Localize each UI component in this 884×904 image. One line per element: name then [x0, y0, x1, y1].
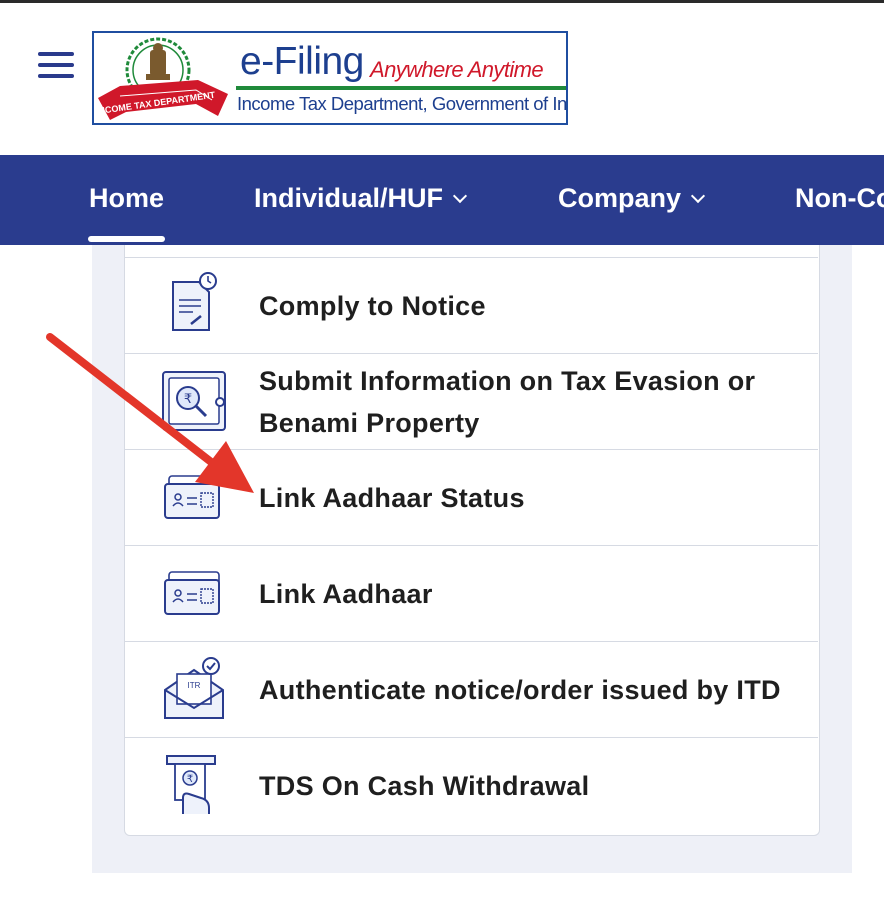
list-item-label: Link Aadhaar	[259, 578, 433, 609]
brand-name: e-Filing	[240, 40, 364, 83]
itr-envelope-check-icon: ITR	[164, 657, 224, 719]
atm-cash-icon: ₹	[166, 755, 216, 814]
svg-text:ITR: ITR	[188, 681, 201, 690]
svg-text:₹: ₹	[187, 774, 193, 785]
nav-company-label: Company	[558, 183, 682, 213]
list-item-label: TDS On Cash Withdrawal	[259, 770, 590, 801]
safe-magnifier-icon: ₹	[162, 371, 226, 431]
list-item-comply-to-notice[interactable]: Comply to Notice	[125, 257, 818, 353]
document-clock-icon	[172, 272, 217, 331]
list-item-tax-evasion[interactable]: ₹ Submit Information on Tax Evasion or B…	[125, 353, 818, 449]
nav-non-company-label: Non-Co	[795, 183, 884, 213]
services-list: Comply to Notice ₹ Submit Information on…	[124, 245, 820, 836]
hamburger-menu-icon[interactable]	[38, 52, 74, 80]
nav-home-label: Home	[89, 183, 165, 213]
list-item-link-aadhaar-status[interactable]: Link Aadhaar Status	[125, 449, 818, 545]
nav-home[interactable]: Home	[89, 183, 164, 214]
chevron-down-icon	[690, 188, 706, 203]
list-item-label: Link Aadhaar Status	[259, 482, 525, 513]
aadhaar-card-icon	[164, 475, 220, 519]
list-item-label: Submit Information on Tax Evasion or Ben…	[259, 365, 756, 438]
chevron-down-icon	[452, 188, 468, 203]
active-tab-indicator	[88, 236, 165, 242]
nav-non-company[interactable]: Non-Co	[795, 183, 884, 214]
brand-tagline: Anywhere Anytime	[370, 57, 544, 82]
nav-individual-huf[interactable]: Individual/HUF	[254, 183, 468, 214]
top-border	[0, 0, 884, 3]
list-item-label: Comply to Notice	[259, 290, 486, 321]
efiling-logo[interactable]: INCOME TAX DEPARTMENT e-Filing Anywhere …	[92, 31, 568, 125]
nav-company[interactable]: Company	[558, 183, 706, 214]
nav-individual-huf-label: Individual/HUF	[254, 183, 443, 213]
svg-text:₹: ₹	[184, 392, 192, 407]
list-item-authenticate-notice[interactable]: ITR Authenticate notice/order issued by …	[125, 641, 818, 737]
aadhaar-card-icon	[164, 571, 220, 615]
divider	[236, 86, 566, 90]
department-name: Income Tax Department, Government of Ind…	[237, 93, 568, 114]
main-nav: Home Individual/HUF Company Non-Co	[0, 155, 884, 245]
list-item-tds-cash-withdrawal[interactable]: ₹ TDS On Cash Withdrawal	[125, 737, 818, 833]
list-item-label: Authenticate notice/order issued by ITD	[259, 674, 781, 705]
list-item-link-aadhaar[interactable]: Link Aadhaar	[125, 545, 818, 641]
national-emblem-icon: INCOME TAX DEPARTMENT	[96, 37, 228, 120]
